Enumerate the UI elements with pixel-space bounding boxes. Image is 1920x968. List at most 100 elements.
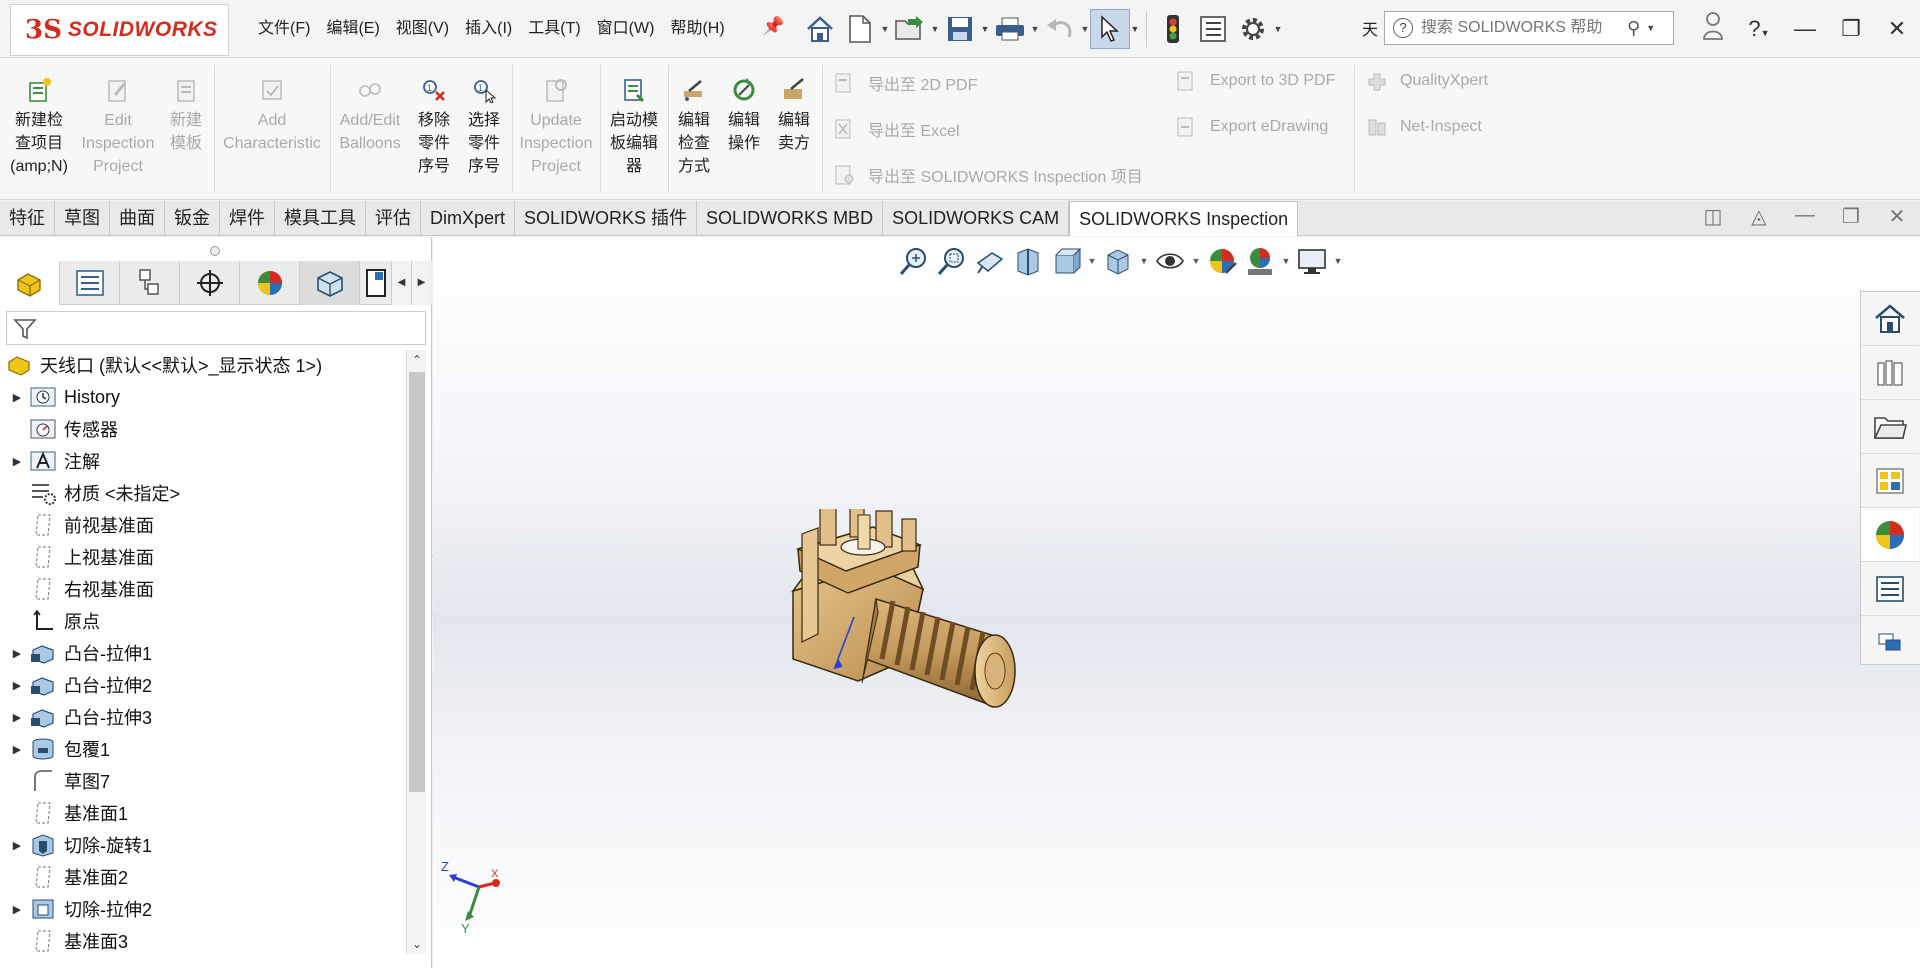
design-library-icon[interactable] (1861, 346, 1919, 400)
panel-grip-icon[interactable] (210, 246, 220, 256)
tree-filter-box[interactable] (6, 311, 426, 345)
export-2d-pdf-button[interactable]: 导出至 2D PDF (834, 71, 977, 95)
print-icon[interactable] (990, 9, 1030, 49)
pin-menu-icon[interactable]: 📌 (762, 16, 784, 37)
custom-properties-icon[interactable] (1861, 562, 1919, 616)
edit-operation-button[interactable]: 编辑 操作 (720, 77, 768, 155)
expand-arrow[interactable]: ▶ (6, 679, 28, 692)
doc-close-icon[interactable]: ✕ (1874, 204, 1920, 229)
file-explorer-icon[interactable] (1861, 400, 1919, 454)
edit-inspection-method-button[interactable]: 编辑 检查 方式 (670, 77, 718, 178)
tab-sketch[interactable]: 草图 (55, 201, 110, 235)
tree-item-origin[interactable]: 原点 (0, 605, 406, 637)
tree-item-right-plane[interactable]: 右视基准面 (0, 573, 406, 605)
display-manager-icon[interactable] (240, 261, 300, 305)
save-dropdown-arrow[interactable]: ▼ (980, 24, 990, 34)
menu-edit[interactable]: 编辑(E) (318, 18, 387, 40)
undo-icon[interactable] (1040, 9, 1080, 49)
display-style-dropdown-arrow[interactable]: ▼ (1137, 256, 1151, 266)
tree-item-wrap1[interactable]: ▶ 包覆1 (0, 733, 406, 765)
menu-window[interactable]: 窗口(W) (589, 18, 663, 40)
search-icon[interactable]: ⚲ (1627, 18, 1640, 39)
zoom-to-fit-icon[interactable] (895, 242, 933, 280)
tree-scrollbar[interactable]: ⌃ ⌄ (406, 350, 426, 954)
hide-show-dropdown-arrow[interactable]: ▼ (1189, 256, 1203, 266)
qualityxpert-button[interactable]: QualityXpert (1366, 71, 1488, 91)
tab-sheet-metal[interactable]: 钣金 (165, 201, 220, 235)
menu-help[interactable]: 帮助(H) (662, 18, 732, 40)
scroll-right-arrow[interactable]: ▶ (411, 261, 431, 305)
user-icon[interactable] (1690, 11, 1736, 47)
tab-features[interactable]: 特征 (0, 201, 55, 235)
home-icon[interactable] (800, 9, 840, 49)
tile-right-icon[interactable]: ◬ (1736, 204, 1782, 229)
appearances-icon[interactable] (1861, 508, 1919, 562)
help-menu-icon[interactable]: ?▼ (1736, 16, 1782, 42)
menu-file[interactable]: 文件(F) (250, 18, 318, 40)
export-inspection-project-button[interactable]: 导出至 SOLIDWORKS Inspection 项目 (834, 163, 1143, 187)
tree-item-plane1[interactable]: 基准面1 (0, 797, 406, 829)
tree-item-cut-extrude2[interactable]: ▶ 切除-拉伸2 (0, 893, 406, 925)
open-dropdown-arrow[interactable]: ▼ (930, 24, 940, 34)
save-icon[interactable] (940, 9, 980, 49)
edit-vendor-button[interactable]: 编辑 卖方 (770, 77, 818, 155)
expand-arrow[interactable]: ▶ (6, 743, 28, 756)
hide-show-items-icon[interactable] (1151, 242, 1189, 280)
tree-item-cut-revolve1[interactable]: ▶ 切除-旋转1 (0, 829, 406, 861)
tree-item-sketch7[interactable]: 草图7 (0, 765, 406, 797)
new-dropdown-arrow[interactable]: ▼ (880, 24, 890, 34)
remove-balloon-button[interactable]: 1 移除 零件 序号 (410, 77, 458, 178)
search-dropdown-arrow[interactable]: ▼ (1646, 23, 1655, 33)
tree-item-plane2[interactable]: 基准面2 (0, 861, 406, 893)
view-palette-icon[interactable] (1861, 454, 1919, 508)
file-properties-icon[interactable] (1193, 9, 1233, 49)
update-inspection-project-button[interactable]: Update Inspection Project (516, 77, 596, 178)
template-editor-button[interactable]: 启动模 板编辑 器 (604, 77, 664, 178)
view-settings-icon[interactable] (1293, 242, 1331, 280)
graphics-area[interactable]: ▼ ▼ ▼ ▼ ▼ Z Y X (433, 237, 1920, 968)
view-orientation-dropdown-arrow[interactable]: ▼ (1085, 256, 1099, 266)
add-characteristic-button[interactable]: Add Characteristic (218, 77, 326, 155)
solidworks-logo[interactable]: 3S SOLIDWORKS (10, 4, 229, 56)
print-dropdown-arrow[interactable]: ▼ (1030, 24, 1040, 34)
tab-dimxpert[interactable]: DimXpert (421, 201, 516, 235)
display-style-icon[interactable] (1099, 242, 1137, 280)
view-orientation-icon[interactable] (1047, 242, 1085, 280)
export-3d-pdf-button[interactable]: Export to 3D PDF (1176, 71, 1335, 91)
new-template-button[interactable]: 新建 模板 (164, 77, 208, 155)
tree-item-sensors[interactable]: 传感器 (0, 413, 406, 445)
expand-arrow[interactable]: ▶ (6, 647, 28, 660)
dimxpert-icon[interactable] (180, 261, 240, 305)
tree-item-annotations[interactable]: ▶ 注解 (0, 445, 406, 477)
featuremanager-icon[interactable] (0, 261, 60, 305)
tree-item-boss-extrude1[interactable]: ▶ 凸台-拉伸1 (0, 637, 406, 669)
view-settings-dropdown-arrow[interactable]: ▼ (1331, 256, 1345, 266)
tree-item-front-plane[interactable]: 前视基准面 (0, 509, 406, 541)
tab-mold-tools[interactable]: 模具工具 (275, 201, 366, 235)
select-dropdown-arrow[interactable]: ▼ (1130, 24, 1140, 34)
solidworks-resources-icon[interactable] (1861, 292, 1919, 346)
doc-minimize-icon[interactable]: — (1782, 204, 1828, 229)
minimize-icon[interactable]: — (1782, 16, 1828, 42)
tree-item-history[interactable]: ▶ History (0, 381, 406, 413)
scroll-left-arrow[interactable]: ◀ (391, 261, 411, 305)
tree-root-part[interactable]: 天线口 (默认<<默认>_显示状态 1>) (0, 349, 406, 381)
new-inspection-project-button[interactable]: 新建检 查项目 (amp;N) (6, 77, 72, 178)
open-icon[interactable] (890, 9, 930, 49)
scrollbar-thumb[interactable] (409, 372, 425, 792)
tab-solidworks-inspection[interactable]: SOLIDWORKS Inspection (1069, 201, 1299, 236)
export-edrawing-button[interactable]: Export eDrawing (1176, 117, 1328, 137)
scroll-up-arrow[interactable]: ⌃ (407, 350, 427, 370)
rebuild-icon[interactable] (1153, 9, 1193, 49)
apply-scene-dropdown-arrow[interactable]: ▼ (1279, 256, 1293, 266)
cam-operation-icon[interactable] (360, 261, 392, 305)
doc-restore-icon[interactable]: ❐ (1828, 204, 1874, 229)
edit-appearance-icon[interactable] (1203, 242, 1241, 280)
tree-item-plane3[interactable]: 基准面3 (0, 925, 406, 957)
cam-feature-tree-icon[interactable] (300, 261, 360, 305)
new-document-icon[interactable] (840, 9, 880, 49)
expand-arrow[interactable]: ▶ (6, 391, 28, 404)
undo-dropdown-arrow[interactable]: ▼ (1080, 24, 1090, 34)
help-search-box[interactable]: ? ⚲ ▼ (1384, 11, 1674, 45)
previous-view-icon[interactable] (971, 242, 1009, 280)
